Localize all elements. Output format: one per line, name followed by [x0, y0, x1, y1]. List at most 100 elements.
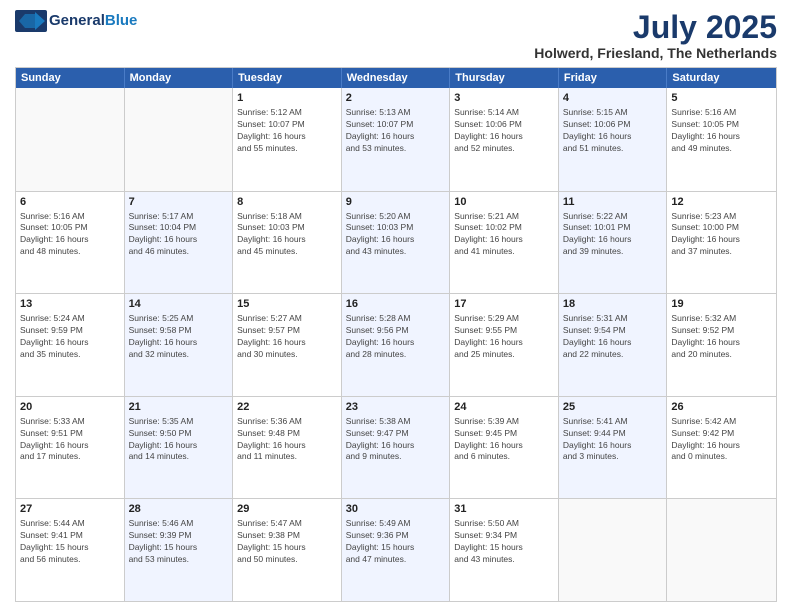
cell-text: Sunrise: 5:44 AM Sunset: 9:41 PM Dayligh…	[20, 518, 120, 566]
day-number: 11	[563, 195, 663, 210]
calendar-cell: 28Sunrise: 5:46 AM Sunset: 9:39 PM Dayli…	[125, 499, 234, 601]
calendar-cell: 15Sunrise: 5:27 AM Sunset: 9:57 PM Dayli…	[233, 294, 342, 396]
calendar-row: 1Sunrise: 5:12 AM Sunset: 10:07 PM Dayli…	[16, 88, 776, 191]
calendar-row: 27Sunrise: 5:44 AM Sunset: 9:41 PM Dayli…	[16, 498, 776, 601]
logo-general: General	[49, 12, 105, 29]
logo-icon	[15, 10, 47, 32]
day-number: 22	[237, 400, 337, 415]
day-number: 4	[563, 91, 663, 106]
cell-text: Sunrise: 5:49 AM Sunset: 9:36 PM Dayligh…	[346, 518, 446, 566]
cell-text: Sunrise: 5:17 AM Sunset: 10:04 PM Daylig…	[129, 211, 229, 259]
day-number: 14	[129, 297, 229, 312]
calendar-cell: 26Sunrise: 5:42 AM Sunset: 9:42 PM Dayli…	[667, 397, 776, 499]
cell-text: Sunrise: 5:33 AM Sunset: 9:51 PM Dayligh…	[20, 416, 120, 464]
calendar-cell: 31Sunrise: 5:50 AM Sunset: 9:34 PM Dayli…	[450, 499, 559, 601]
cell-text: Sunrise: 5:39 AM Sunset: 9:45 PM Dayligh…	[454, 416, 554, 464]
day-number: 17	[454, 297, 554, 312]
day-number: 28	[129, 502, 229, 517]
cell-text: Sunrise: 5:16 AM Sunset: 10:05 PM Daylig…	[671, 107, 772, 155]
calendar-cell: 20Sunrise: 5:33 AM Sunset: 9:51 PM Dayli…	[16, 397, 125, 499]
calendar-cell: 4Sunrise: 5:15 AM Sunset: 10:06 PM Dayli…	[559, 88, 668, 191]
day-number: 19	[671, 297, 772, 312]
location: Holwerd, Friesland, The Netherlands	[534, 45, 777, 61]
day-number: 30	[346, 502, 446, 517]
header-sunday: Sunday	[16, 68, 125, 88]
cell-text: Sunrise: 5:50 AM Sunset: 9:34 PM Dayligh…	[454, 518, 554, 566]
cell-text: Sunrise: 5:18 AM Sunset: 10:03 PM Daylig…	[237, 211, 337, 259]
calendar-cell: 5Sunrise: 5:16 AM Sunset: 10:05 PM Dayli…	[667, 88, 776, 191]
cell-text: Sunrise: 5:21 AM Sunset: 10:02 PM Daylig…	[454, 211, 554, 259]
calendar-cell: 27Sunrise: 5:44 AM Sunset: 9:41 PM Dayli…	[16, 499, 125, 601]
calendar-cell: 8Sunrise: 5:18 AM Sunset: 10:03 PM Dayli…	[233, 192, 342, 294]
calendar-cell: 29Sunrise: 5:47 AM Sunset: 9:38 PM Dayli…	[233, 499, 342, 601]
day-number: 9	[346, 195, 446, 210]
cell-text: Sunrise: 5:36 AM Sunset: 9:48 PM Dayligh…	[237, 416, 337, 464]
header-monday: Monday	[125, 68, 234, 88]
day-number: 6	[20, 195, 120, 210]
calendar-cell: 13Sunrise: 5:24 AM Sunset: 9:59 PM Dayli…	[16, 294, 125, 396]
day-number: 26	[671, 400, 772, 415]
calendar-body: 1Sunrise: 5:12 AM Sunset: 10:07 PM Dayli…	[16, 88, 776, 601]
day-number: 29	[237, 502, 337, 517]
calendar-cell: 11Sunrise: 5:22 AM Sunset: 10:01 PM Dayl…	[559, 192, 668, 294]
calendar-row: 6Sunrise: 5:16 AM Sunset: 10:05 PM Dayli…	[16, 191, 776, 294]
logo: GeneralBlue	[15, 10, 137, 32]
cell-text: Sunrise: 5:35 AM Sunset: 9:50 PM Dayligh…	[129, 416, 229, 464]
calendar-cell: 1Sunrise: 5:12 AM Sunset: 10:07 PM Dayli…	[233, 88, 342, 191]
calendar-cell: 22Sunrise: 5:36 AM Sunset: 9:48 PM Dayli…	[233, 397, 342, 499]
cell-text: Sunrise: 5:14 AM Sunset: 10:06 PM Daylig…	[454, 107, 554, 155]
day-number: 21	[129, 400, 229, 415]
title-section: July 2025 Holwerd, Friesland, The Nether…	[534, 10, 777, 61]
cell-text: Sunrise: 5:27 AM Sunset: 9:57 PM Dayligh…	[237, 313, 337, 361]
calendar-cell: 30Sunrise: 5:49 AM Sunset: 9:36 PM Dayli…	[342, 499, 451, 601]
day-number: 25	[563, 400, 663, 415]
day-number: 7	[129, 195, 229, 210]
header-tuesday: Tuesday	[233, 68, 342, 88]
day-number: 13	[20, 297, 120, 312]
day-number: 10	[454, 195, 554, 210]
calendar-cell: 23Sunrise: 5:38 AM Sunset: 9:47 PM Dayli…	[342, 397, 451, 499]
day-number: 12	[671, 195, 772, 210]
day-number: 31	[454, 502, 554, 517]
cell-text: Sunrise: 5:25 AM Sunset: 9:58 PM Dayligh…	[129, 313, 229, 361]
cell-text: Sunrise: 5:32 AM Sunset: 9:52 PM Dayligh…	[671, 313, 772, 361]
calendar-row: 20Sunrise: 5:33 AM Sunset: 9:51 PM Dayli…	[16, 396, 776, 499]
cell-text: Sunrise: 5:12 AM Sunset: 10:07 PM Daylig…	[237, 107, 337, 155]
calendar-cell: 25Sunrise: 5:41 AM Sunset: 9:44 PM Dayli…	[559, 397, 668, 499]
cell-text: Sunrise: 5:13 AM Sunset: 10:07 PM Daylig…	[346, 107, 446, 155]
cell-text: Sunrise: 5:29 AM Sunset: 9:55 PM Dayligh…	[454, 313, 554, 361]
calendar-cell: 21Sunrise: 5:35 AM Sunset: 9:50 PM Dayli…	[125, 397, 234, 499]
calendar-cell: 17Sunrise: 5:29 AM Sunset: 9:55 PM Dayli…	[450, 294, 559, 396]
calendar-cell: 2Sunrise: 5:13 AM Sunset: 10:07 PM Dayli…	[342, 88, 451, 191]
cell-text: Sunrise: 5:31 AM Sunset: 9:54 PM Dayligh…	[563, 313, 663, 361]
calendar-cell: 7Sunrise: 5:17 AM Sunset: 10:04 PM Dayli…	[125, 192, 234, 294]
calendar: Sunday Monday Tuesday Wednesday Thursday…	[15, 67, 777, 602]
logo-blue: Blue	[105, 12, 138, 29]
calendar-cell	[125, 88, 234, 191]
calendar-cell	[16, 88, 125, 191]
calendar-cell	[667, 499, 776, 601]
calendar-cell	[559, 499, 668, 601]
day-number: 3	[454, 91, 554, 106]
day-number: 20	[20, 400, 120, 415]
day-number: 18	[563, 297, 663, 312]
day-number: 24	[454, 400, 554, 415]
calendar-cell: 16Sunrise: 5:28 AM Sunset: 9:56 PM Dayli…	[342, 294, 451, 396]
calendar-cell: 12Sunrise: 5:23 AM Sunset: 10:00 PM Dayl…	[667, 192, 776, 294]
calendar-cell: 3Sunrise: 5:14 AM Sunset: 10:06 PM Dayli…	[450, 88, 559, 191]
calendar-cell: 10Sunrise: 5:21 AM Sunset: 10:02 PM Dayl…	[450, 192, 559, 294]
month-title: July 2025	[534, 10, 777, 45]
cell-text: Sunrise: 5:24 AM Sunset: 9:59 PM Dayligh…	[20, 313, 120, 361]
cell-text: Sunrise: 5:23 AM Sunset: 10:00 PM Daylig…	[671, 211, 772, 259]
day-number: 5	[671, 91, 772, 106]
calendar-cell: 9Sunrise: 5:20 AM Sunset: 10:03 PM Dayli…	[342, 192, 451, 294]
calendar-header: Sunday Monday Tuesday Wednesday Thursday…	[16, 68, 776, 88]
day-number: 1	[237, 91, 337, 106]
cell-text: Sunrise: 5:38 AM Sunset: 9:47 PM Dayligh…	[346, 416, 446, 464]
day-number: 27	[20, 502, 120, 517]
cell-text: Sunrise: 5:20 AM Sunset: 10:03 PM Daylig…	[346, 211, 446, 259]
header-friday: Friday	[559, 68, 668, 88]
header: GeneralBlue July 2025 Holwerd, Friesland…	[15, 10, 777, 61]
day-number: 2	[346, 91, 446, 106]
header-saturday: Saturday	[667, 68, 776, 88]
